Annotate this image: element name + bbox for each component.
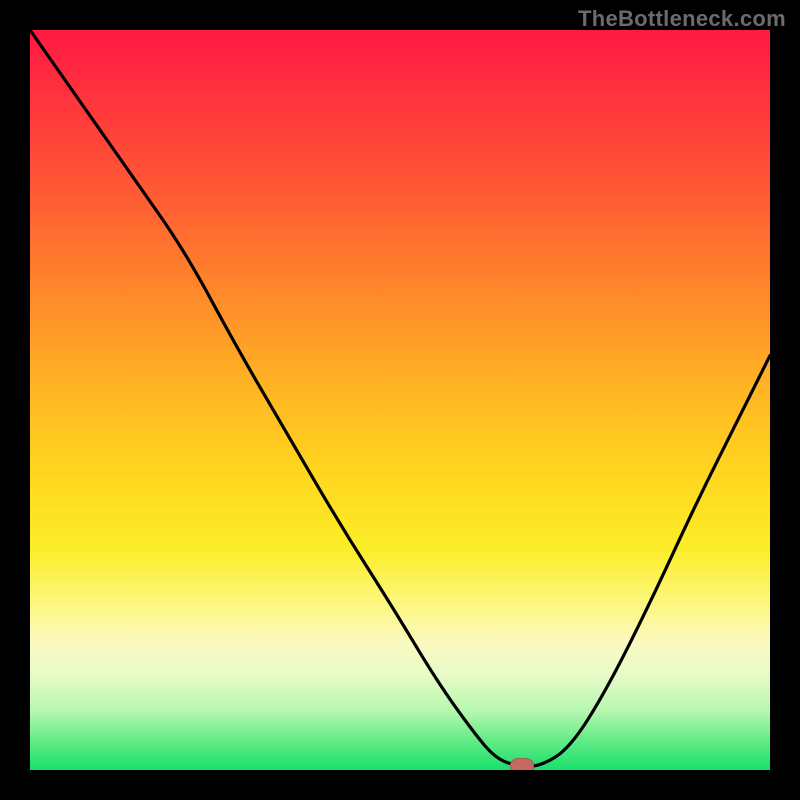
- bottleneck-curve: [30, 30, 770, 766]
- plot-area: [30, 30, 770, 770]
- watermark-text: TheBottleneck.com: [578, 6, 786, 32]
- chart-container: TheBottleneck.com: [0, 0, 800, 800]
- curve-svg: [30, 30, 770, 770]
- optimum-marker: [510, 758, 534, 770]
